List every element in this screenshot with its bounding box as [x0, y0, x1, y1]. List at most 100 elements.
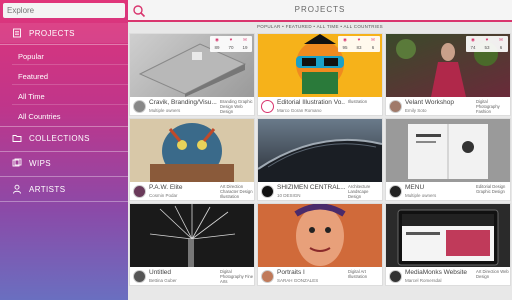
- project-card[interactable]: MediaMonks Website Marcel Romersdal Art …: [385, 203, 511, 286]
- project-tags: Art Direction Character Design Illustrat…: [220, 184, 253, 199]
- project-owner[interactable]: 10 DESIGN: [277, 193, 345, 198]
- views-count: 95: [342, 45, 348, 50]
- avatar: [389, 185, 402, 198]
- comments-count: 6: [499, 45, 503, 50]
- divider: [0, 176, 128, 177]
- project-title[interactable]: Cravik, Branding/Visu...: [149, 99, 217, 106]
- project-grid: ◉ ♥ ✉ 89 70 19 Cravik, Branding/Visu... Mult…: [129, 33, 512, 300]
- project-thumbnail: [130, 204, 254, 267]
- likes-icon: ♥: [485, 37, 489, 42]
- sidebar-item-all-time[interactable]: All Time: [18, 92, 45, 101]
- project-card[interactable]: ◉ ♥ ✉ 95 83 6 Editorial Illustration Vo... M…: [257, 33, 383, 116]
- project-card[interactable]: Portraits I SARAH GONZALES Digital Art I…: [257, 203, 383, 286]
- divider: [12, 64, 128, 65]
- project-title[interactable]: SHIZIMEN CENTRAL...: [277, 184, 345, 191]
- project-thumbnail: [258, 204, 382, 267]
- views-icon: ◉: [215, 37, 219, 42]
- project-title[interactable]: MediaMonks Website: [405, 269, 473, 276]
- project-title[interactable]: Editorial Illustration Vo...: [277, 99, 345, 106]
- sidebar-section-label: WIPS: [29, 158, 52, 168]
- avatar: [133, 185, 146, 198]
- divider: [12, 104, 128, 105]
- sidebar-section-artists[interactable]: ARTISTS: [0, 179, 128, 199]
- avatar: [133, 100, 146, 113]
- avatar: [261, 100, 274, 113]
- project-tags: Editorial Design Graphic Design: [476, 184, 506, 194]
- sidebar-section-wips[interactable]: WIPS: [0, 153, 128, 173]
- divider: [0, 151, 128, 152]
- project-tags: Digital Art Illustration: [348, 269, 368, 279]
- search-input[interactable]: Explore: [3, 3, 125, 18]
- project-info: MENU Multiple owners Editorial Design Gr…: [386, 182, 510, 200]
- views-icon: ◉: [343, 37, 347, 42]
- views-count: 74: [470, 45, 476, 50]
- project-thumbnail: [386, 119, 510, 182]
- avatar: [133, 270, 146, 283]
- project-thumbnail: [130, 119, 254, 182]
- project-owner[interactable]: Emily Soto: [405, 108, 473, 113]
- comments-icon: ✉: [499, 37, 503, 42]
- project-card[interactable]: Untitled Bettina Guber Digital Photograp…: [129, 203, 255, 286]
- folder-icon: [12, 135, 22, 142]
- sidebar-item-all-countries[interactable]: All Countries: [18, 112, 61, 121]
- top-bar: PROJECTS: [128, 0, 512, 22]
- project-tags: Architecture Landscape Design: [348, 184, 371, 199]
- comments-icon: ✉: [243, 37, 247, 42]
- avatar: [389, 270, 402, 283]
- project-card[interactable]: ◉ ♥ ✉ 89 70 19 Cravik, Branding/Visu... Mult…: [129, 33, 255, 116]
- project-owner[interactable]: Marcel Romersdal: [405, 278, 473, 283]
- project-card[interactable]: P.A.W. Elite Cosmin Podar Art Direction …: [129, 118, 255, 201]
- project-card[interactable]: MENU Multiple owners Editorial Design Gr…: [385, 118, 511, 201]
- sidebar-section-projects[interactable]: PROJECTS: [0, 23, 128, 43]
- project-stats: ◉ ♥ ✉ 95 83 6: [338, 36, 380, 52]
- divider: [0, 126, 128, 127]
- sidebar-item-featured[interactable]: Featured: [18, 72, 48, 81]
- project-title[interactable]: P.A.W. Elite: [149, 184, 217, 191]
- comments-count: 6: [371, 45, 375, 50]
- views-count: 89: [214, 45, 220, 50]
- sidebar-section-label: COLLECTIONS: [29, 133, 90, 143]
- project-owner[interactable]: Multiple owners: [149, 108, 217, 113]
- avatar: [261, 270, 274, 283]
- document-icon: [13, 28, 21, 38]
- project-owner[interactable]: Multiple owners: [405, 193, 473, 198]
- project-owner[interactable]: Cosmin Podar: [149, 193, 217, 198]
- project-owner[interactable]: Marco Goran Romano: [277, 108, 345, 113]
- comments-icon: ✉: [371, 37, 375, 42]
- filter-summary[interactable]: POPULAR • FEATURED • ALL TIME • ALL COUN…: [128, 24, 512, 29]
- comments-count: 19: [242, 45, 248, 50]
- avatar: [389, 100, 402, 113]
- sidebar-item-popular[interactable]: Popular: [18, 52, 44, 61]
- project-info: SHIZIMEN CENTRAL... 10 DESIGN Architectu…: [258, 182, 382, 200]
- project-owner[interactable]: SARAH GONZALES: [277, 278, 345, 283]
- project-tags: Digital Photography Fine Arts: [220, 269, 254, 284]
- views-icon: ◉: [471, 37, 475, 42]
- project-stats: ◉ ♥ ✉ 89 70 19: [210, 36, 252, 52]
- page-title: PROJECTS: [294, 5, 346, 14]
- project-info: Editorial Illustration Vo... Marco Goran…: [258, 97, 382, 115]
- project-card[interactable]: SHIZIMEN CENTRAL... 10 DESIGN Architectu…: [257, 118, 383, 201]
- project-thumbnail: [386, 204, 510, 267]
- project-title[interactable]: MENU: [405, 184, 473, 191]
- project-tags: Branding Graphic Design Web Design: [220, 99, 253, 114]
- project-info: Portraits I SARAH GONZALES Digital Art I…: [258, 267, 382, 285]
- divider: [0, 44, 128, 45]
- likes-icon: ♥: [357, 37, 361, 42]
- person-icon: [13, 184, 21, 194]
- project-owner[interactable]: Bettina Guber: [149, 278, 217, 283]
- project-info: Cravik, Branding/Visu... Multiple owners…: [130, 97, 254, 115]
- layers-icon: [12, 158, 22, 167]
- project-info: MediaMonks Website Marcel Romersdal Art …: [386, 267, 510, 285]
- project-tags: Digital Photography Fashion: [476, 99, 500, 114]
- project-title[interactable]: Portraits I: [277, 269, 345, 276]
- project-title[interactable]: Velant Workshop: [405, 99, 473, 106]
- project-card[interactable]: ◉ ♥ ✉ 74 53 6 Velant Workshop Emily Soto Dig…: [385, 33, 511, 116]
- project-title[interactable]: Untitled: [149, 269, 217, 276]
- sidebar-section-collections[interactable]: COLLECTIONS: [0, 128, 128, 148]
- project-info: P.A.W. Elite Cosmin Podar Art Direction …: [130, 182, 254, 200]
- likes-count: 53: [484, 45, 490, 50]
- divider: [12, 84, 128, 85]
- sidebar-section-label: PROJECTS: [29, 28, 75, 38]
- project-info: Untitled Bettina Guber Digital Photograp…: [130, 267, 254, 285]
- likes-count: 83: [356, 45, 362, 50]
